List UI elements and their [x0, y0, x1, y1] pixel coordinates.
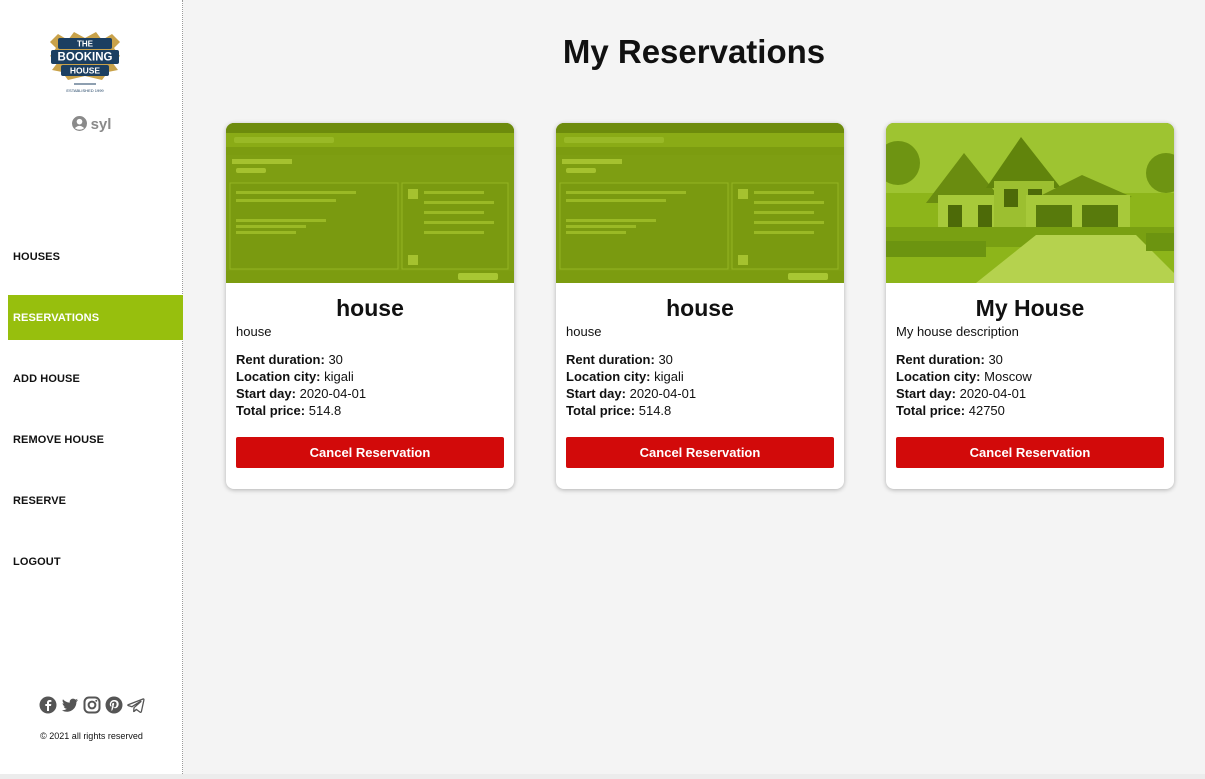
- pinterest-icon[interactable]: [105, 696, 123, 714]
- location-city-label: Location city:: [896, 369, 981, 384]
- start-day-value: 2020-04-01: [629, 386, 697, 401]
- card-description: house: [566, 324, 602, 339]
- total-price-label: Total price:: [236, 403, 306, 418]
- social-links: [0, 696, 183, 714]
- total-price-row: Total price: 514.8: [566, 402, 834, 419]
- total-price-label: Total price:: [896, 403, 966, 418]
- rent-duration-row: Rent duration: 30: [566, 351, 834, 368]
- rent-duration-label: Rent duration:: [566, 352, 655, 367]
- nav-item-logout[interactable]: LOGOUT: [8, 539, 183, 584]
- location-city-value: Moscow: [984, 369, 1032, 384]
- location-city-row: Location city: kigali: [236, 368, 504, 385]
- nav-item-label: ADD HOUSE: [13, 372, 80, 385]
- telegram-icon[interactable]: [126, 696, 145, 714]
- reservation-card: My House My house description Rent durat…: [886, 123, 1174, 489]
- rent-duration-value: 30: [988, 352, 1003, 367]
- location-city-label: Location city:: [566, 369, 651, 384]
- card-title: house: [336, 295, 404, 321]
- cancel-reservation-button[interactable]: Cancel Reservation: [236, 437, 504, 468]
- nav-item-label: REMOVE HOUSE: [13, 433, 105, 446]
- start-day-row: Start day: 2020-04-01: [566, 385, 834, 402]
- nav-item-label: LOGOUT: [13, 555, 61, 568]
- sidebar-nav: HOUSES RESERVATIONS ADD HOUSE REMOVE HOU…: [8, 234, 183, 600]
- card-description: house: [236, 324, 272, 339]
- card-description: My house description: [896, 324, 1019, 339]
- instagram-icon[interactable]: [83, 696, 101, 714]
- start-day-label: Start day:: [566, 386, 626, 401]
- reservation-details: Rent duration: 30 Location city: kigali …: [566, 351, 834, 419]
- nav-item-label: RESERVE: [13, 494, 67, 507]
- rent-duration-value: 30: [328, 352, 343, 367]
- user-info: syl: [0, 116, 183, 133]
- total-price-row: Total price: 42750: [896, 402, 1164, 419]
- copyright-text: © 2021 all rights reserved: [40, 731, 143, 741]
- reservation-details: Rent duration: 30 Location city: kigali …: [236, 351, 504, 419]
- house-image: [886, 123, 1174, 283]
- start-day-label: Start day:: [236, 386, 296, 401]
- start-day-label: Start day:: [896, 386, 956, 401]
- user-name: syl: [90, 116, 112, 133]
- nav-item-reservations[interactable]: RESERVATIONS: [8, 295, 183, 340]
- reservation-card: house house Rent duration: 30 Location c…: [226, 123, 514, 489]
- rent-duration-row: Rent duration: 30: [896, 351, 1164, 368]
- svg-text:ESTABLISHED 1999: ESTABLISHED 1999: [66, 88, 104, 93]
- location-city-label: Location city:: [236, 369, 321, 384]
- location-city-value: kigali: [654, 369, 684, 384]
- cancel-reservation-button[interactable]: Cancel Reservation: [566, 437, 834, 468]
- booking-house-logo[interactable]: THE BOOKING HOUSE ESTABLISHED 1999: [44, 28, 126, 98]
- sidebar: THE BOOKING HOUSE ESTABLISHED 1999 syl H…: [0, 0, 183, 774]
- start-day-value: 2020-04-01: [959, 386, 1027, 401]
- location-city-row: Location city: Moscow: [896, 368, 1164, 385]
- nav-item-remove-house[interactable]: REMOVE HOUSE: [8, 417, 183, 462]
- nav-item-label: HOUSES: [13, 250, 61, 263]
- reservation-card: house house Rent duration: 30 Location c…: [556, 123, 844, 489]
- rent-duration-label: Rent duration:: [236, 352, 325, 367]
- nav-item-add-house[interactable]: ADD HOUSE: [8, 356, 183, 401]
- nav-item-reserve[interactable]: RESERVE: [8, 478, 183, 523]
- rent-duration-value: 30: [658, 352, 673, 367]
- user-circle-icon: [71, 116, 87, 131]
- svg-text:BOOKING: BOOKING: [58, 52, 113, 64]
- rent-duration-row: Rent duration: 30: [236, 351, 504, 368]
- location-city-value: kigali: [324, 369, 354, 384]
- start-day-row: Start day: 2020-04-01: [896, 385, 1164, 402]
- facebook-icon[interactable]: [39, 696, 57, 714]
- house-image: [226, 123, 514, 283]
- card-title: My House: [975, 295, 1085, 321]
- total-price-value: 514.8: [308, 403, 342, 418]
- svg-text:THE: THE: [77, 40, 94, 49]
- bottom-strip: [0, 774, 1205, 779]
- total-price-value: 514.8: [638, 403, 672, 418]
- house-image: [556, 123, 844, 283]
- start-day-value: 2020-04-01: [299, 386, 367, 401]
- cancel-reservation-button[interactable]: Cancel Reservation: [896, 437, 1164, 468]
- total-price-row: Total price: 514.8: [236, 402, 504, 419]
- rent-duration-label: Rent duration:: [896, 352, 985, 367]
- svg-text:HOUSE: HOUSE: [70, 66, 101, 76]
- page-title: My Reservations: [562, 33, 826, 70]
- location-city-row: Location city: kigali: [566, 368, 834, 385]
- total-price-label: Total price:: [566, 403, 636, 418]
- reservation-details: Rent duration: 30 Location city: Moscow …: [896, 351, 1164, 419]
- card-title: house: [666, 295, 734, 321]
- nav-item-label: RESERVATIONS: [13, 311, 100, 324]
- total-price-value: 42750: [968, 403, 1005, 418]
- twitter-icon[interactable]: [61, 696, 79, 714]
- start-day-row: Start day: 2020-04-01: [236, 385, 504, 402]
- nav-item-houses[interactable]: HOUSES: [8, 234, 183, 279]
